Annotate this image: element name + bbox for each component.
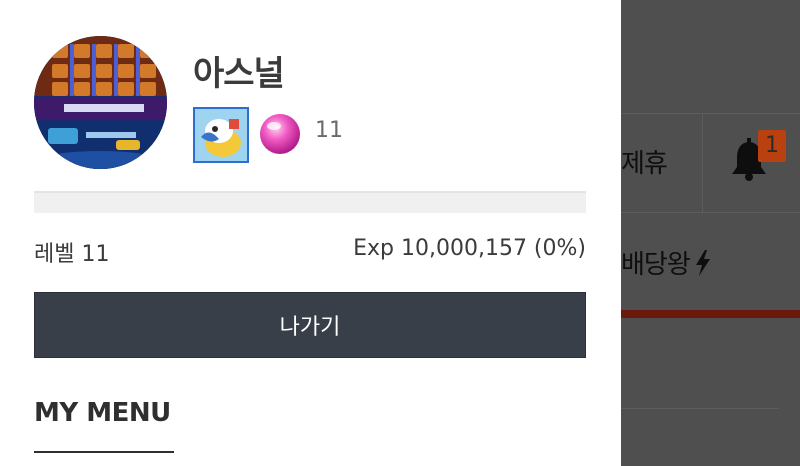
exp-label: Exp 10,000,157 (0%) xyxy=(353,236,586,261)
dividend-king-link: 배당왕 xyxy=(621,244,712,281)
slot-machine-avatar-image xyxy=(34,36,167,169)
pink-gem-icon xyxy=(260,114,300,154)
accent-divider xyxy=(621,310,800,318)
partner-menu-link: 제휴 xyxy=(621,149,668,179)
dividend-king-label: 배당왕 xyxy=(621,250,691,280)
my-menu-underline xyxy=(34,451,174,453)
background-overlay[interactable]: 제휴 1 배당왕 xyxy=(621,0,800,466)
side-drawer: 아스널 11 레벨 11 Exp 10,000,157 (0%) 나가기 MY … xyxy=(0,0,621,466)
header-divider xyxy=(702,113,703,213)
my-menu-title: MY MENU xyxy=(34,398,171,428)
cartoon-character-badge-icon xyxy=(193,107,249,163)
username: 아스널 xyxy=(193,54,285,94)
exit-button[interactable]: 나가기 xyxy=(34,292,586,358)
notification-count-badge: 1 xyxy=(758,130,786,162)
lightning-bolt-icon xyxy=(695,249,710,276)
user-avatar[interactable] xyxy=(34,36,167,169)
section-divider xyxy=(621,408,779,409)
gem-count: 11 xyxy=(315,118,343,143)
exp-progress-bar xyxy=(34,191,586,213)
level-label: 레벨 11 xyxy=(34,242,110,267)
